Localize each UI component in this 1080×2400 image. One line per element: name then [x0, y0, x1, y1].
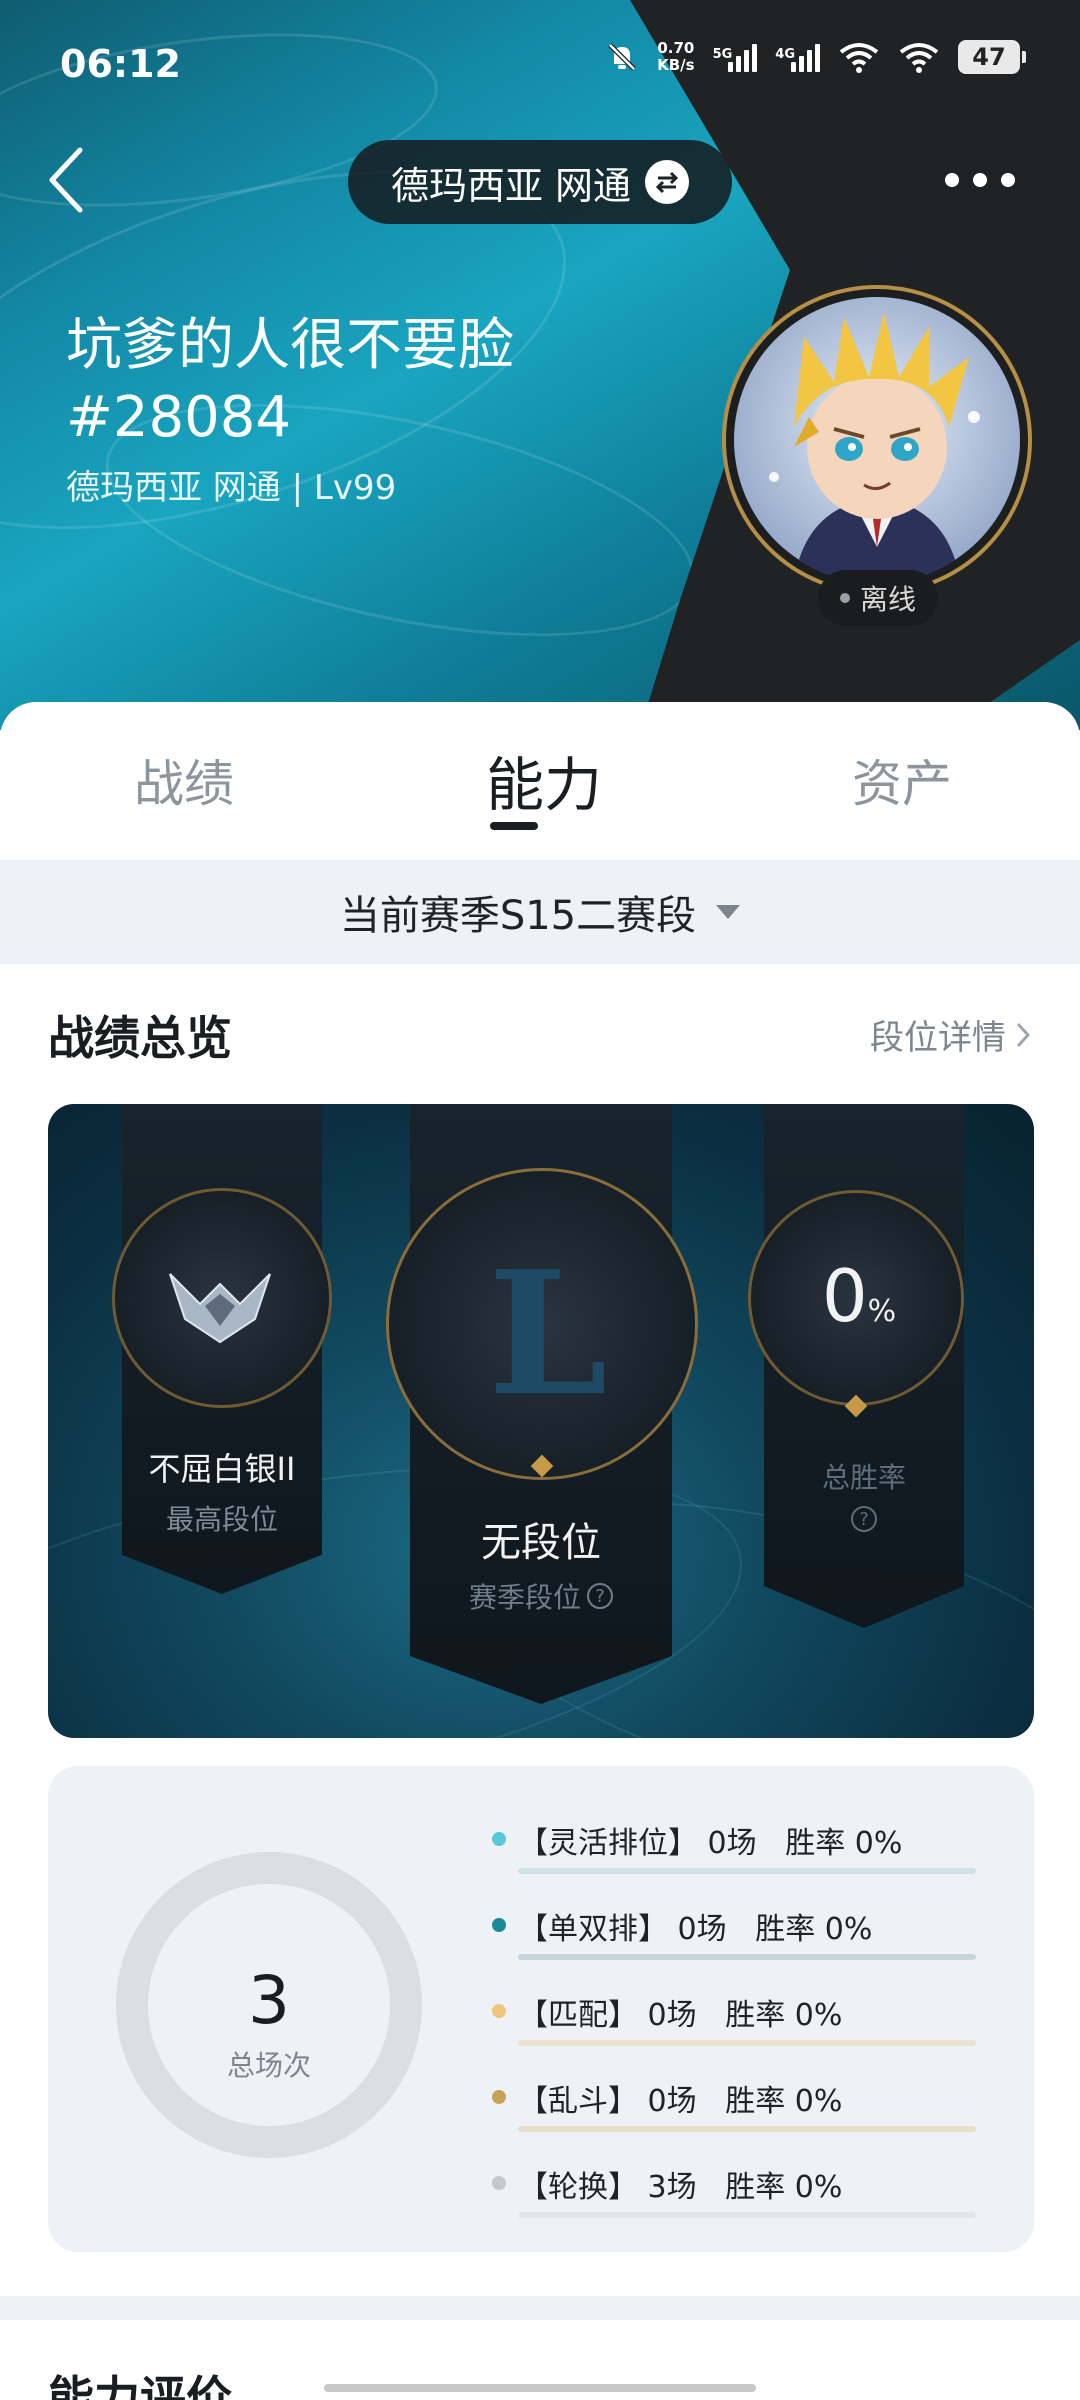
- signal-bars-icon: [791, 42, 820, 72]
- mode-row-flex: 【灵活排位】 0场 胜率 0%: [488, 1810, 988, 1896]
- games-stats-card: 3 总场次 【灵活排位】 0场 胜率 0% 【单双排】 0场 胜率 0% 【匹配…: [48, 1766, 1034, 2252]
- mode-text: 【单双排】 0场 胜率 0%: [518, 1912, 873, 1947]
- status-time: 06:12: [60, 42, 181, 86]
- season-rank-label-row: 赛季段位 ?: [410, 1576, 672, 1616]
- rank-detail-link[interactable]: 段位详情: [870, 1010, 1032, 1059]
- ability-title: 能力评价: [48, 2371, 232, 2400]
- mode-text: 【轮换】 3场 胜率 0%: [518, 2170, 843, 2205]
- mode-line: [518, 2212, 976, 2218]
- tab-assets[interactable]: 资产: [852, 744, 952, 816]
- silver-rank-emblem-icon: [169, 1273, 271, 1344]
- avatar-image: [734, 297, 1020, 583]
- tab-active-indicator: [490, 822, 538, 830]
- mode-dot: [492, 2090, 506, 2104]
- winrate-unit: %: [867, 1294, 897, 1329]
- player-tag: #28084: [66, 385, 292, 450]
- battery-icon: 47: [958, 40, 1026, 74]
- mode-text: 【乱斗】 0场 胜率 0%: [518, 2084, 843, 2119]
- tab-ability[interactable]: 能力: [486, 738, 602, 822]
- back-button[interactable]: [40, 140, 100, 220]
- mode-row-rotating: 【轮换】 3场 胜率 0%: [488, 2154, 988, 2240]
- help-icon[interactable]: ?: [851, 1506, 877, 1532]
- help-icon[interactable]: ?: [587, 1583, 613, 1609]
- mode-row-normal: 【匹配】 0场 胜率 0%: [488, 1982, 988, 2068]
- winrate-help: ?: [764, 1506, 964, 1532]
- online-status-label: 离线: [859, 583, 916, 616]
- mode-dot: [492, 2004, 506, 2018]
- server-switch-button[interactable]: 德玛西亚 网通: [348, 140, 732, 224]
- wifi-icon: [899, 43, 939, 73]
- rank-card: L 0% 不屈白银II 最高段位 无段位 赛季段位 ? 总胜率 ?: [48, 1104, 1034, 1738]
- status-bar: 06:12 0.70 KB/s 5G 4G 47: [0, 0, 1080, 130]
- rank-detail-label: 段位详情: [870, 1018, 1006, 1058]
- season-label: 当前赛季S15二赛段: [339, 893, 697, 939]
- chevron-right-icon: [1016, 1022, 1031, 1047]
- player-name-block: 坑爹的人很不要脸 #28084: [66, 310, 626, 454]
- season-selector[interactable]: 当前赛季S15二赛段: [0, 860, 1080, 964]
- tab-record[interactable]: 战绩: [134, 744, 234, 816]
- winrate-label: 总胜率: [821, 1461, 906, 1494]
- highest-rank-label: 最高段位: [165, 1503, 278, 1536]
- mode-line: [518, 2040, 976, 2046]
- sim1-label: 5G: [712, 47, 733, 62]
- season-rank-info: 无段位 赛季段位 ?: [410, 1510, 672, 1616]
- season-rank-value: 无段位: [481, 1520, 601, 1566]
- highest-rank-info: 不屈白银II 最高段位: [122, 1444, 322, 1538]
- server-switch-label: 德玛西亚 网通: [390, 163, 632, 208]
- mode-dot: [492, 2176, 506, 2190]
- more-options-icon[interactable]: [945, 160, 1015, 200]
- highest-rank-value: 不屈白银II: [148, 1450, 296, 1488]
- section-divider: [0, 2296, 1080, 2320]
- sim2-label: 4G: [775, 47, 795, 62]
- net-speed-unit: KB/s: [657, 56, 695, 74]
- content-sheet: 战绩 能力 资产 当前赛季S15二赛段 战绩总览 段位详情 L 0% 不屈白银I…: [0, 702, 1080, 2400]
- mode-dot: [492, 1832, 506, 1846]
- winrate-info: 总胜率 ?: [764, 1456, 964, 1532]
- mode-text: 【灵活排位】 0场 胜率 0%: [518, 1826, 903, 1861]
- net-speed: 0.70 KB/s: [657, 40, 694, 74]
- mode-dot: [492, 1918, 506, 1932]
- player-server-level: 德玛西亚 网通 | Lv99: [66, 468, 397, 508]
- wifi-plus-icon: [839, 43, 879, 73]
- dropdown-triangle-icon: [716, 905, 741, 919]
- total-games-value: 3: [248, 1962, 290, 2039]
- mode-row-solo: 【单双排】 0场 胜率 0%: [488, 1896, 988, 1982]
- avatar[interactable]: [722, 285, 1032, 595]
- mode-text: 【匹配】 0场 胜率 0%: [518, 1998, 843, 2033]
- signal-sim1: 5G: [713, 42, 758, 72]
- winrate-number: 0: [821, 1254, 868, 1338]
- status-icons: 0.70 KB/s 5G 4G 47: [605, 40, 1026, 74]
- mode-row-aram: 【乱斗】 0场 胜率 0%: [488, 2068, 988, 2154]
- net-speed-value: 0.70: [657, 39, 695, 57]
- mute-bell-icon: [608, 43, 636, 71]
- player-name: 坑爹的人很不要脸: [66, 313, 514, 378]
- chevron-left-icon: [49, 147, 83, 213]
- season-rank-label: 赛季段位: [468, 1581, 581, 1614]
- mode-line: [518, 2126, 976, 2132]
- tab-bar: 战绩 能力 资产: [0, 702, 1080, 860]
- online-status-badge: 离线: [818, 570, 938, 626]
- signal-sim2: 4G: [775, 42, 820, 72]
- mode-line: [518, 1868, 976, 1874]
- winrate-value: 0%: [784, 1254, 934, 1338]
- mode-line: [518, 1954, 976, 1960]
- total-games-label: 总场次: [226, 2049, 311, 2082]
- season-rank-emblem: L: [488, 1234, 608, 1434]
- swap-icon: [645, 160, 690, 204]
- signal-bars-icon: [728, 42, 758, 72]
- overview-title: 战绩总览: [48, 1011, 232, 1065]
- home-indicator[interactable]: [324, 2384, 756, 2392]
- status-dot: [839, 593, 850, 603]
